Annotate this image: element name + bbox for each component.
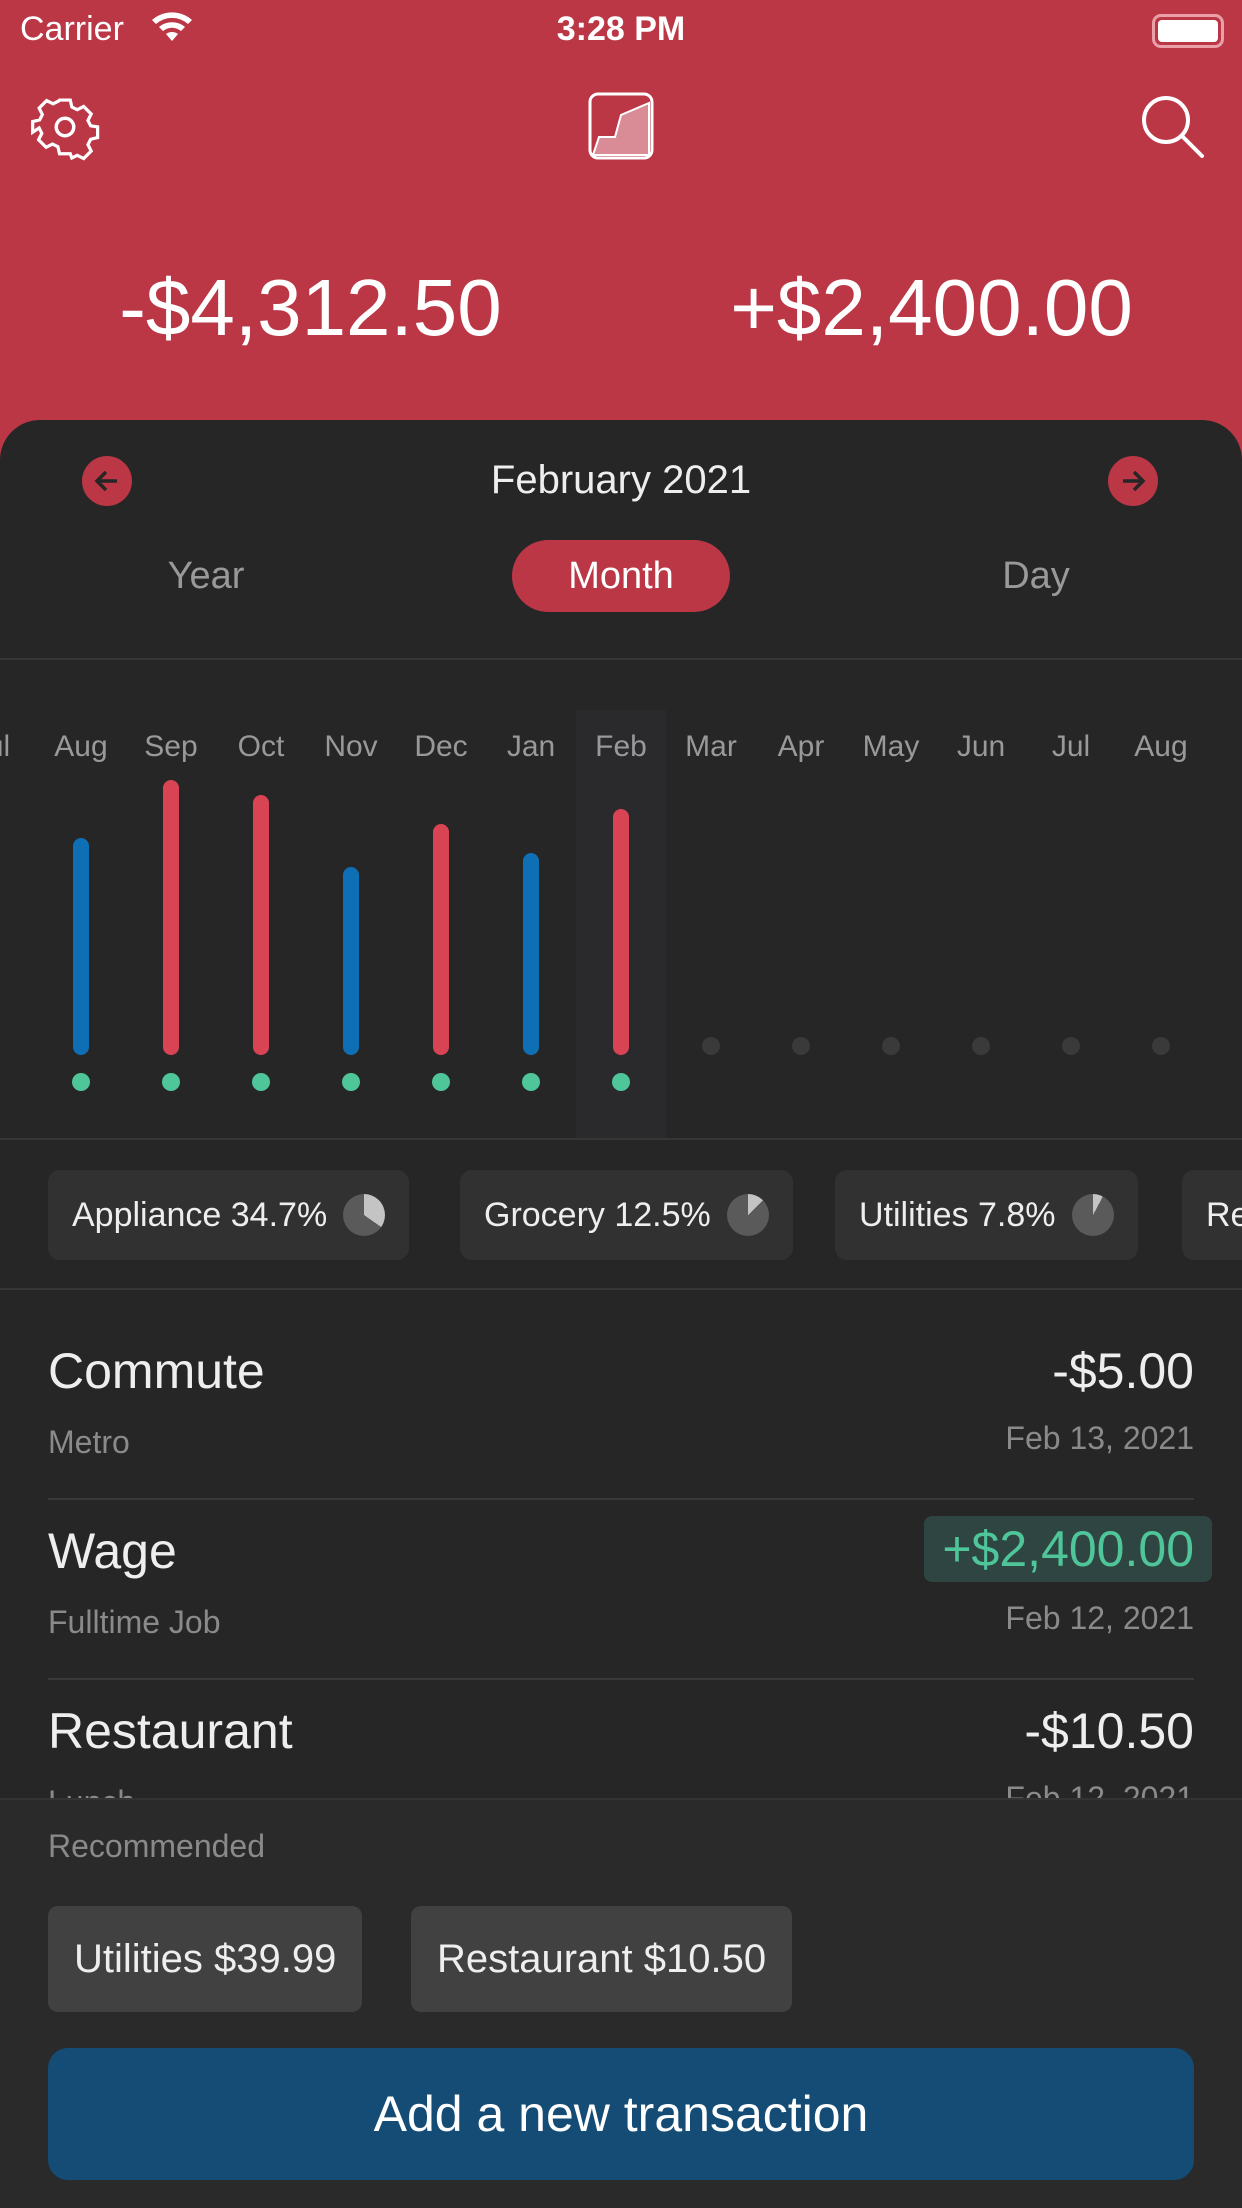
pie-icon: [343, 1194, 386, 1236]
month-label[interactable]: Jul: [0, 730, 36, 764]
divider: [0, 1138, 1242, 1140]
month-marker-dot: [522, 1073, 540, 1091]
month-label[interactable]: S: [1206, 730, 1242, 764]
month-label[interactable]: Aug: [36, 730, 126, 764]
recommended-chip[interactable]: Restaurant $10.50: [411, 1906, 793, 2012]
expense-bar[interactable]: [433, 824, 449, 1055]
chart-icon: [588, 92, 654, 160]
divider: [0, 1288, 1242, 1290]
month-label[interactable]: Sep: [126, 730, 216, 764]
clock: 3:28 PM: [556, 10, 686, 48]
month-label[interactable]: Nov: [306, 730, 396, 764]
chart-view-button[interactable]: [588, 92, 654, 165]
tab-year[interactable]: Year: [108, 540, 304, 612]
transaction-title: Commute: [48, 1343, 265, 1399]
pie-icon: [726, 1194, 769, 1236]
empty-month-dot: [1152, 1037, 1170, 1055]
category-chip[interactable]: Re: [1182, 1170, 1242, 1260]
category-chip[interactable]: Appliance 34.7%: [48, 1170, 410, 1260]
transaction-date: Feb 13, 2021: [1005, 1420, 1194, 1456]
income-bar[interactable]: [343, 867, 359, 1055]
category-label: Grocery 12.5%: [484, 1195, 711, 1234]
transaction-title: Restaurant: [48, 1703, 293, 1759]
month-marker-dot: [72, 1073, 90, 1091]
income-bar[interactable]: [523, 853, 539, 1055]
transaction-row[interactable]: Wage Fulltime Job +$2,400.00 Feb 12, 202…: [0, 1500, 1242, 1680]
tab-month[interactable]: Month: [512, 540, 730, 612]
transaction-amount: +$2,400.00: [924, 1516, 1212, 1582]
status-bar: Carrier 3:28 PM: [0, 0, 1242, 60]
search-button[interactable]: [1140, 94, 1206, 165]
transaction-title: Wage: [48, 1523, 177, 1579]
recommended-chip[interactable]: Utilities $39.99: [48, 1906, 363, 2012]
arrow-right-icon: [1123, 470, 1146, 492]
month-label[interactable]: Oct: [216, 730, 306, 764]
empty-month-dot: [882, 1037, 900, 1055]
month-marker-dot: [342, 1073, 360, 1091]
settings-button[interactable]: [30, 92, 100, 167]
month-label[interactable]: Feb: [576, 730, 666, 764]
month-label[interactable]: Jan: [486, 730, 576, 764]
category-chip[interactable]: Utilities 7.8%: [835, 1170, 1138, 1260]
period-label: February 2021: [490, 458, 752, 502]
income-bar[interactable]: [73, 838, 89, 1055]
month-label[interactable]: Apr: [756, 730, 846, 764]
empty-month-dot: [702, 1037, 720, 1055]
transaction-date: Feb 12, 2021: [1005, 1600, 1194, 1636]
category-label: Re: [1206, 1195, 1242, 1234]
category-label: Appliance 34.7%: [72, 1195, 328, 1234]
category-chip[interactable]: Grocery 12.5%: [460, 1170, 793, 1260]
main-panel: February 2021 Year Month Day JulAugSepOc…: [0, 420, 1242, 2208]
month-label[interactable]: Jun: [936, 730, 1026, 764]
pie-icon: [1071, 1194, 1114, 1236]
recommended-label: Recommended: [48, 1828, 265, 1864]
month-marker-dot: [162, 1073, 180, 1091]
gear-icon: [31, 98, 100, 161]
month-label[interactable]: Dec: [396, 730, 486, 764]
month-marker-dot: [432, 1073, 450, 1091]
empty-month-dot: [1062, 1037, 1080, 1055]
battery-icon: [1152, 14, 1224, 48]
transaction-amount: -$10.50: [1024, 1703, 1194, 1759]
month-label[interactable]: Aug: [1116, 730, 1206, 764]
month-marker-dot: [252, 1073, 270, 1091]
add-transaction-button[interactable]: Add a new transaction: [48, 2048, 1194, 2180]
income-total: +$2,400.00: [730, 263, 1133, 352]
month-label[interactable]: May: [846, 730, 936, 764]
expense-bar[interactable]: [163, 780, 179, 1055]
transaction-note: Fulltime Job: [48, 1604, 221, 1640]
transaction-note: Metro: [48, 1424, 130, 1460]
month-label[interactable]: Jul: [1026, 730, 1116, 764]
transaction-row[interactable]: Commute Metro -$5.00 Feb 13, 2021: [0, 1320, 1242, 1500]
search-icon: [1142, 96, 1204, 158]
next-period-button[interactable]: [1108, 456, 1158, 506]
expense-bar[interactable]: [613, 809, 629, 1055]
expense-bar[interactable]: [253, 795, 269, 1055]
tab-day[interactable]: Day: [938, 540, 1134, 612]
month-marker-dot: [612, 1073, 630, 1091]
monthly-bar-chart[interactable]: JulAugSepOctNovDecJanFebMarAprMayJunJulA…: [0, 660, 1242, 1138]
expense-total: -$4,312.50: [119, 263, 502, 352]
empty-month-dot: [972, 1037, 990, 1055]
empty-month-dot: [792, 1037, 810, 1055]
month-label[interactable]: Mar: [666, 730, 756, 764]
recommended-panel: Recommended Utilities $39.99 Restaurant …: [0, 1798, 1242, 2208]
category-label: Utilities 7.8%: [859, 1195, 1056, 1234]
transaction-amount: -$5.00: [1052, 1343, 1194, 1399]
